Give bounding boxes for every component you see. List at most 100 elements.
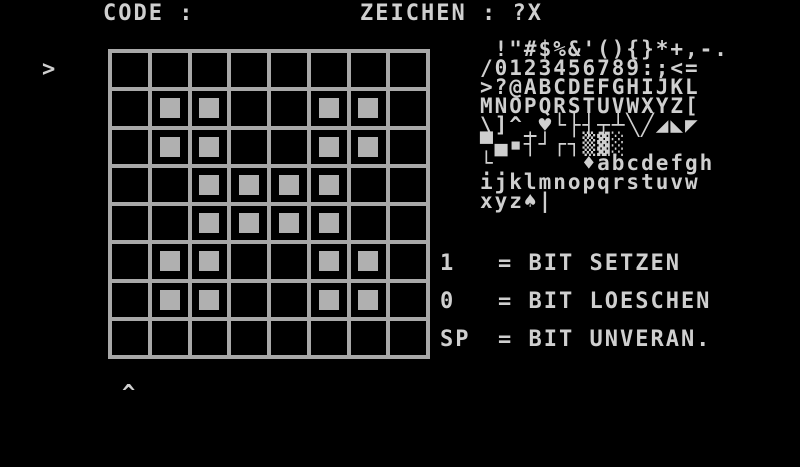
- bit-cell[interactable]: [151, 53, 188, 88]
- charset-row: xyz♠|: [480, 189, 554, 213]
- bit-cell[interactable]: [390, 282, 426, 317]
- bit-cell[interactable]: [191, 53, 228, 88]
- set-bit-marker: [159, 289, 180, 310]
- set-bit-marker: [358, 289, 379, 310]
- bit-cell[interactable]: [231, 206, 267, 241]
- set-bit-marker: [358, 98, 379, 119]
- set-bit-marker: [278, 174, 299, 195]
- bit-cell[interactable]: [350, 320, 387, 355]
- bit-cell[interactable]: [271, 129, 307, 164]
- set-bit-marker: [239, 213, 260, 234]
- bit-cell[interactable]: [151, 129, 188, 164]
- set-bit-marker: [358, 136, 379, 157]
- bit-cell[interactable]: [191, 206, 228, 241]
- bit-cell[interactable]: [350, 129, 387, 164]
- bit-cell[interactable]: [231, 320, 267, 355]
- bit-grid[interactable]: [108, 49, 430, 359]
- bit-cell[interactable]: [310, 320, 347, 355]
- set-bit-marker: [318, 174, 339, 195]
- set-bit-marker: [199, 251, 220, 272]
- set-bit-marker: [318, 289, 339, 310]
- bit-cell[interactable]: [310, 282, 347, 317]
- bit-cell[interactable]: [310, 244, 347, 279]
- legend-key: 1: [440, 251, 471, 276]
- bit-cell[interactable]: [271, 91, 307, 126]
- bit-cell[interactable]: [151, 167, 188, 202]
- bit-cell[interactable]: [151, 91, 188, 126]
- bit-cell[interactable]: [112, 244, 148, 279]
- set-bit-marker: [159, 98, 180, 119]
- bit-cell[interactable]: [151, 244, 188, 279]
- bit-cell[interactable]: [310, 91, 347, 126]
- set-bit-marker: [159, 136, 180, 157]
- bit-cell[interactable]: [191, 282, 228, 317]
- bit-cell[interactable]: [310, 129, 347, 164]
- zeichen-label: ZEICHEN : ?X: [360, 1, 543, 26]
- set-bit-marker: [159, 251, 180, 272]
- bit-cell[interactable]: [310, 53, 347, 88]
- bit-cell[interactable]: [112, 320, 148, 355]
- bit-cell[interactable]: [191, 244, 228, 279]
- bit-cell[interactable]: [151, 282, 188, 317]
- bit-cell[interactable]: [191, 129, 228, 164]
- bit-cell[interactable]: [350, 91, 387, 126]
- bit-cell[interactable]: [231, 282, 267, 317]
- set-bit-marker: [239, 174, 260, 195]
- bit-cell[interactable]: [390, 244, 426, 279]
- bit-cell[interactable]: [310, 206, 347, 241]
- legend-text: = BIT SETZEN: [498, 251, 681, 276]
- bit-cell[interactable]: [310, 167, 347, 202]
- set-bit-marker: [199, 136, 220, 157]
- bit-cell[interactable]: [390, 206, 426, 241]
- bit-cell[interactable]: [112, 129, 148, 164]
- bit-cell[interactable]: [231, 53, 267, 88]
- legend-text: = BIT LOESCHEN: [498, 289, 712, 314]
- set-bit-marker: [199, 213, 220, 234]
- bit-cell[interactable]: [271, 53, 307, 88]
- set-bit-marker: [278, 213, 299, 234]
- column-cursor-marker: ^: [122, 381, 138, 406]
- bit-cell[interactable]: [390, 91, 426, 126]
- set-bit-marker: [318, 251, 339, 272]
- bit-cell[interactable]: [112, 91, 148, 126]
- character-set-panel[interactable]: !"#$%&'(){}*+,-. /0123456789:;<= >?@ABCD…: [480, 39, 780, 213]
- bit-cell[interactable]: [271, 167, 307, 202]
- bit-cell[interactable]: [231, 167, 267, 202]
- bit-cell[interactable]: [390, 167, 426, 202]
- set-bit-marker: [199, 289, 220, 310]
- bit-cell[interactable]: [112, 167, 148, 202]
- bit-cell[interactable]: [350, 167, 387, 202]
- set-bit-marker: [199, 98, 220, 119]
- legend-key: 0: [440, 289, 471, 314]
- bit-cell[interactable]: [271, 320, 307, 355]
- bit-cell[interactable]: [390, 129, 426, 164]
- bit-cell[interactable]: [112, 53, 148, 88]
- bit-cell[interactable]: [271, 282, 307, 317]
- bit-cell[interactable]: [191, 167, 228, 202]
- bit-cell[interactable]: [271, 244, 307, 279]
- bit-cell[interactable]: [112, 206, 148, 241]
- bit-cell[interactable]: [112, 282, 148, 317]
- bit-cell[interactable]: [350, 244, 387, 279]
- bit-cell[interactable]: [191, 320, 228, 355]
- bit-cell[interactable]: [191, 91, 228, 126]
- set-bit-marker: [318, 98, 339, 119]
- legend-text: = BIT UNVERAN.: [498, 327, 712, 352]
- bit-cell[interactable]: [231, 129, 267, 164]
- legend-key: SP: [440, 327, 471, 352]
- bit-cell[interactable]: [271, 206, 307, 241]
- bit-cell[interactable]: [350, 206, 387, 241]
- bit-cell[interactable]: [231, 91, 267, 126]
- bit-cell[interactable]: [350, 53, 387, 88]
- editor-screen: CODE : ZEICHEN : ?X > ^ !"#$%&'(){}*+,-.…: [0, 0, 800, 467]
- bit-cell[interactable]: [390, 320, 426, 355]
- bit-cell[interactable]: [151, 320, 188, 355]
- set-bit-marker: [318, 136, 339, 157]
- bit-cell[interactable]: [151, 206, 188, 241]
- bit-cell[interactable]: [350, 282, 387, 317]
- code-label: CODE :: [103, 1, 195, 26]
- set-bit-marker: [318, 213, 339, 234]
- bit-cell[interactable]: [390, 53, 426, 88]
- bit-cell[interactable]: [231, 244, 267, 279]
- row-cursor-marker: >: [42, 57, 58, 82]
